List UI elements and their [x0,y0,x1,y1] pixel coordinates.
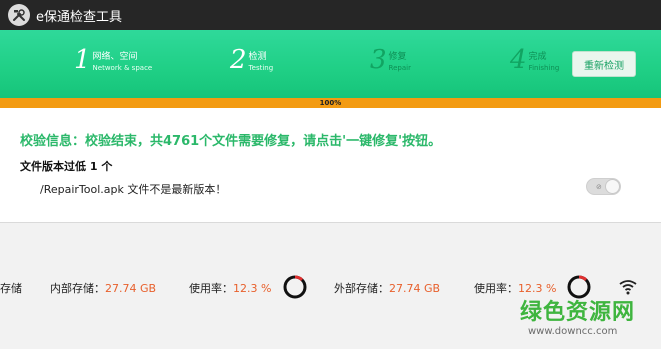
step-network-space: 1 网络、空间 Network & space [74,46,152,74]
usage-value: 12.3 % [233,282,272,295]
watermark-url: www.downcc.com [528,326,618,337]
repair-toggle[interactable]: ⊘ [586,178,621,195]
watermark-title: 绿色资源网 [520,300,636,325]
usage-rate-1: 使用率：12.3 % [189,280,271,296]
usage-label: 使用率： [189,282,233,295]
watermark: 绿色资源网 www.downcc.com [520,294,661,349]
external-storage-value: 27.74 GB [389,282,441,295]
usage-label: 使用率： [474,282,518,295]
step-number: 3 [370,45,387,75]
step-number: 1 [74,45,91,75]
step-subtitle: Network & space [92,64,153,72]
step-title: 完成 [528,52,547,62]
step-title: 修复 [388,52,407,62]
step-subtitle: Testing [248,64,274,72]
app-window: e保通检查工具 1 网络、空间 Network & space 2 检测 Tes… [0,0,661,349]
verify-info-message: 校验信息：校验结束，共4761个文件需要修复，请点击'一键修复'按钮。 [20,134,442,149]
toggle-off-icon: ⊘ [596,183,602,191]
external-storage: 外部存储：27.74 GB [334,280,440,296]
wifi-icon [619,280,637,295]
toggle-knob[interactable] [605,179,620,194]
progress-bar: 100% [0,98,661,108]
recheck-button[interactable]: 重新检测 [572,51,636,77]
external-storage-label: 外部存储： [334,282,389,295]
storage-partial-label: 存储 [0,282,22,295]
result-panel: 校验信息：校验结束，共4761个文件需要修复，请点击'一键修复'按钮。 文件版本… [0,108,661,223]
step-number: 2 [230,45,247,75]
step-header: 1 网络、空间 Network & space 2 检测 Testing 3 修… [0,30,661,98]
app-title: e保通检查工具 [36,9,122,25]
step-subtitle: Repair [388,64,411,72]
internal-storage-label: 内部存储： [50,282,105,295]
progress-label: 100% [319,99,342,107]
tools-icon [8,4,30,26]
outdated-file-item: /RepairTool.apk 文件不是最新版本！ [40,183,227,196]
step-finishing: 4 完成 Finishing [510,46,559,74]
title-bar: e保通检查工具 [0,0,661,30]
internal-storage: 内部存储：27.74 GB [50,280,156,296]
internal-storage-value: 27.74 GB [105,282,157,295]
step-number: 4 [510,45,527,75]
usage-ring-icon [283,275,307,299]
outdated-version-heading: 文件版本过低 1 个 [20,160,113,173]
step-repair: 3 修复 Repair [370,46,411,74]
step-testing: 2 检测 Testing [230,46,273,74]
step-subtitle: Finishing [528,64,560,72]
step-title: 网络、空间 [92,52,138,62]
step-title: 检测 [248,52,267,62]
